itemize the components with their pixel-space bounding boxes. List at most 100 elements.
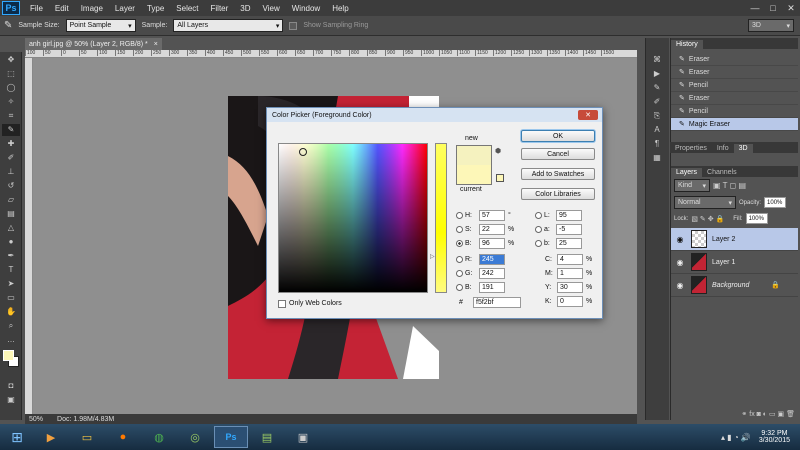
quick-select-icon[interactable]: ✧ bbox=[2, 96, 20, 108]
ok-button[interactable]: OK bbox=[521, 130, 595, 142]
lab-b-input[interactable]: 25 bbox=[556, 238, 582, 249]
eye-icon[interactable]: ◉ bbox=[674, 258, 686, 267]
menu-image[interactable]: Image bbox=[75, 4, 109, 13]
lab-b-radio[interactable] bbox=[535, 240, 542, 247]
zoom-level[interactable]: 50% bbox=[29, 416, 43, 423]
kind-filter[interactable]: Kind ▾ bbox=[674, 179, 710, 192]
hex-input[interactable]: f5f2bf bbox=[473, 297, 521, 308]
tray-icons[interactable]: ▴ ▮ ◔ 🔊 bbox=[721, 433, 751, 442]
l-radio[interactable] bbox=[535, 212, 542, 219]
h-input[interactable]: 57 bbox=[479, 210, 505, 221]
crop-tool-icon[interactable]: ⌗ bbox=[2, 110, 20, 122]
marquee-tool-icon[interactable]: ⬚ bbox=[2, 68, 20, 80]
history-item[interactable]: ✎ Eraser bbox=[671, 53, 798, 66]
close-icon[interactable]: ✕ bbox=[782, 1, 800, 15]
pen-tool-icon[interactable]: ✒ bbox=[2, 250, 20, 262]
blend-mode-select[interactable]: Normal ▾ bbox=[674, 196, 736, 209]
g-input[interactable]: 242 bbox=[479, 268, 505, 279]
history-panel-icon[interactable]: ⌘ bbox=[648, 54, 666, 66]
media-player-icon[interactable]: ▶ bbox=[34, 426, 68, 448]
slider-arrow-icon[interactable]: ▷ bbox=[430, 253, 435, 260]
tab-3d[interactable]: 3D bbox=[733, 144, 753, 153]
healing-tool-icon[interactable]: ✚ bbox=[2, 138, 20, 150]
app-icon[interactable]: ◎ bbox=[178, 426, 212, 448]
more-tools-icon[interactable]: … bbox=[2, 334, 20, 346]
lock-icons[interactable]: ▧ ✎ ✥ 🔒 bbox=[691, 215, 724, 223]
menu-window[interactable]: Window bbox=[286, 4, 326, 13]
fill-input[interactable]: 100% bbox=[745, 213, 768, 224]
history-item[interactable]: ✎ Pencil bbox=[671, 105, 798, 118]
filter-icons[interactable]: ▣ T ◻ ▤ bbox=[713, 181, 746, 190]
tab-history[interactable]: History bbox=[671, 40, 703, 49]
a-input[interactable]: -5 bbox=[556, 224, 582, 235]
eyedropper-tool-icon[interactable]: ✎ bbox=[2, 124, 20, 136]
photoshop-taskbar-icon[interactable]: Ps bbox=[214, 426, 248, 448]
layer-row[interactable]: ◉ Background 🔒 bbox=[671, 274, 798, 297]
b-radio[interactable] bbox=[456, 240, 463, 247]
document-tab[interactable]: anh girl.jpg @ 50% (Layer 2, RGB/8) * × bbox=[25, 38, 162, 50]
history-brush-icon[interactable]: ↺ bbox=[2, 180, 20, 192]
doc-size-info[interactable]: Doc: 1.98M/4.83M bbox=[57, 416, 114, 423]
h-radio[interactable] bbox=[456, 212, 463, 219]
maximize-icon[interactable]: □ bbox=[764, 1, 782, 15]
history-item[interactable]: ✎ Eraser bbox=[671, 66, 798, 79]
menu-type[interactable]: Type bbox=[141, 4, 170, 13]
hand-tool-icon[interactable]: ✋ bbox=[2, 306, 20, 318]
start-button-icon[interactable]: ⊞ bbox=[2, 426, 32, 448]
color-swatches[interactable] bbox=[0, 348, 21, 378]
k-input[interactable]: 0 bbox=[557, 296, 583, 307]
m-input[interactable]: 1 bbox=[557, 268, 583, 279]
shape-tool-icon[interactable]: ▭ bbox=[2, 292, 20, 304]
b-input[interactable]: 96 bbox=[479, 238, 505, 249]
tab-layers[interactable]: Layers bbox=[671, 168, 703, 177]
lasso-tool-icon[interactable]: ◯ bbox=[2, 82, 20, 94]
tool-presets-icon[interactable]: ✎ bbox=[648, 82, 666, 94]
clone-source-icon[interactable]: ⎘ bbox=[648, 110, 666, 122]
layer-row[interactable]: ◉ Layer 2 bbox=[671, 228, 798, 251]
firefox-icon[interactable]: ● bbox=[106, 426, 140, 448]
path-select-icon[interactable]: ➤ bbox=[2, 278, 20, 290]
workspace-select[interactable]: 3D ▾ bbox=[748, 19, 794, 32]
r-radio[interactable] bbox=[456, 256, 463, 263]
s-input[interactable]: 22 bbox=[479, 224, 505, 235]
camera-app-icon[interactable]: ▣ bbox=[286, 426, 320, 448]
dialog-close-button[interactable]: ✕ bbox=[578, 110, 598, 120]
image-viewer-icon[interactable]: ▤ bbox=[250, 426, 284, 448]
clock[interactable]: 9:32 PM 3/30/2015 bbox=[759, 430, 790, 444]
menu-file[interactable]: File bbox=[24, 4, 49, 13]
menu-filter[interactable]: Filter bbox=[205, 4, 235, 13]
r-input[interactable]: 245 bbox=[479, 254, 505, 265]
menu-3d[interactable]: 3D bbox=[234, 4, 256, 13]
layer-row[interactable]: ◉ Layer 1 bbox=[671, 251, 798, 274]
add-to-swatches-button[interactable]: Add to Swatches bbox=[521, 168, 595, 180]
color-libraries-button[interactable]: Color Libraries bbox=[521, 188, 595, 200]
color-cursor[interactable] bbox=[299, 148, 307, 156]
menu-help[interactable]: Help bbox=[326, 4, 354, 13]
opacity-input[interactable]: 100% bbox=[764, 197, 787, 208]
history-item[interactable]: ✎ Pencil bbox=[671, 79, 798, 92]
character-panel-icon[interactable]: A bbox=[648, 124, 666, 136]
blue-radio[interactable] bbox=[456, 284, 463, 291]
eraser-tool-icon[interactable]: ▱ bbox=[2, 194, 20, 206]
dodge-tool-icon[interactable]: ● bbox=[2, 236, 20, 248]
foreground-swatch[interactable] bbox=[3, 350, 14, 361]
show-ring-checkbox[interactable] bbox=[289, 21, 298, 30]
eye-icon[interactable]: ◉ bbox=[674, 235, 686, 244]
l-input[interactable]: 95 bbox=[556, 210, 582, 221]
blue-input[interactable]: 191 bbox=[479, 282, 505, 293]
eyedropper-icon[interactable]: ✎ bbox=[4, 20, 12, 31]
stamp-tool-icon[interactable]: ⊥ bbox=[2, 166, 20, 178]
menu-select[interactable]: Select bbox=[170, 4, 204, 13]
move-tool-icon[interactable]: ✥ bbox=[2, 54, 20, 66]
menu-layer[interactable]: Layer bbox=[109, 4, 141, 13]
layer-actions[interactable]: ⚭ fx ◙ ◐ ▭ ▣ 🗑 bbox=[671, 410, 799, 418]
screen-mode-icon[interactable]: ▣ bbox=[2, 394, 20, 406]
minimize-icon[interactable]: — bbox=[746, 1, 764, 15]
eye-icon[interactable]: ◉ bbox=[674, 281, 686, 290]
sample-select[interactable]: All Layers ▾ bbox=[173, 19, 284, 32]
g-radio[interactable] bbox=[456, 270, 463, 277]
paragraph-panel-icon[interactable]: ¶ bbox=[648, 138, 666, 150]
y-input[interactable]: 30 bbox=[557, 282, 583, 293]
cube-warning-icon[interactable]: ⬢ bbox=[495, 147, 501, 155]
color-field[interactable] bbox=[278, 143, 428, 293]
